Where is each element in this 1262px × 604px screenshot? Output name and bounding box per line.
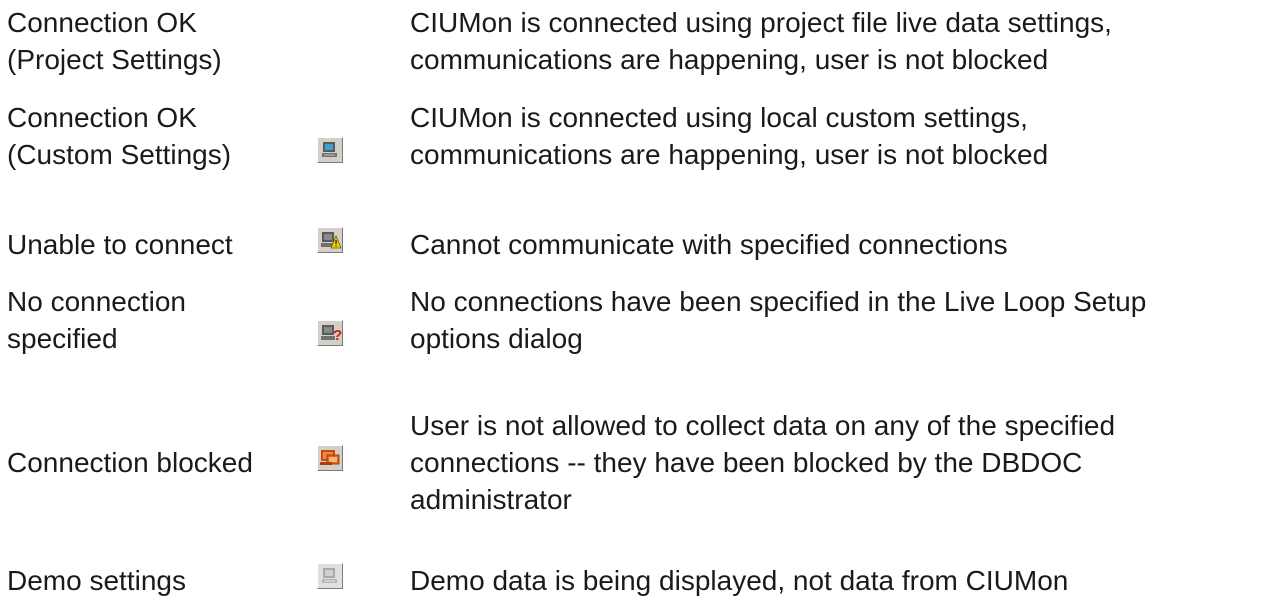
state-description: Demo data is being displayed, not data f… [410, 565, 1069, 596]
computer-question-icon: ? [317, 320, 343, 346]
state-description: User is not allowed to collect data on a… [410, 410, 1116, 515]
computer-demo-icon [317, 563, 343, 589]
computer-warning-icon [317, 227, 343, 253]
state-label: Connection blocked [7, 447, 253, 478]
state-description: No connections have been specified in th… [410, 286, 1147, 354]
state-label: Connection OK (Custom Settings) [7, 102, 232, 170]
computer-blue-icon [317, 137, 343, 163]
computer-blocked-icon [317, 445, 343, 471]
state-description: CIUMon is connected using local custom s… [410, 102, 1049, 170]
state-label: No connection specified [7, 286, 187, 354]
state-description: Cannot communicate with specified connec… [410, 229, 1008, 260]
state-description: CIUMon is connected using project file l… [410, 7, 1112, 75]
state-label: Connection OK (Project Settings) [7, 7, 222, 75]
svg-text:?: ? [333, 327, 342, 344]
state-label: Demo settings [7, 565, 186, 596]
state-label: Unable to connect [7, 229, 233, 260]
